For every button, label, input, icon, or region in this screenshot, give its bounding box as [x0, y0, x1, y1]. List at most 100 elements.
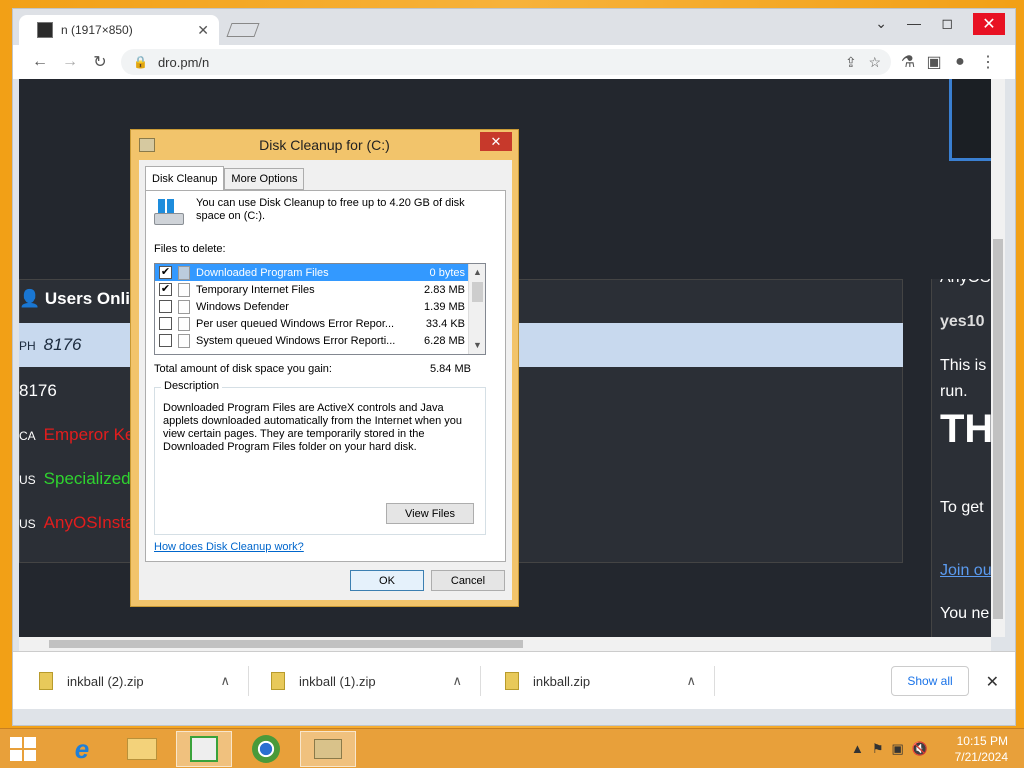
help-link[interactable]: How does Disk Cleanup work?	[154, 541, 304, 553]
horizontal-scroll-thumb[interactable]	[49, 640, 523, 648]
right-col-text: To get	[940, 499, 984, 516]
disk-cleanup-taskbar-icon[interactable]	[300, 731, 356, 767]
user-row[interactable]: PH 8176	[19, 335, 82, 355]
download-item[interactable]: inkball (1).zip ∧	[251, 666, 481, 696]
taskbar: e ▲⚑▣🔇 10:15 PM 7/21/2024	[0, 728, 1024, 768]
file-icon	[178, 299, 190, 314]
app-window-icon[interactable]	[176, 731, 232, 767]
system-tray-icons[interactable]: ▲⚑▣🔇	[851, 741, 936, 757]
files-to-delete-label: Files to delete:	[154, 243, 226, 255]
clock-date: 7/21/2024	[954, 750, 1008, 764]
dialog-body: Disk Cleanup More Options You can use Di…	[139, 160, 512, 600]
download-shelf: inkball (2).zip ∧ inkball (1).zip ∧ inkb…	[13, 651, 1015, 709]
clock-time: 10:15 PM	[956, 734, 1008, 748]
description-legend: Description	[161, 380, 223, 392]
tab-strip: n (1917×850) ✕ ⌄ — ◻ ✕	[13, 9, 1015, 45]
file-checkbox[interactable]	[159, 300, 172, 313]
total-space-value: 5.84 MB	[430, 363, 471, 375]
browser-toolbar: ← → ↻ 🔒 dro.pm/n ⇪ ☆ ⚗ ▣ ● ⋮	[13, 45, 1015, 79]
list-item[interactable]: System queued Windows Error Reporti... 6…	[155, 332, 469, 349]
file-checkbox[interactable]: ✔	[159, 283, 172, 296]
user-row[interactable]: US AnyOSInsta	[19, 513, 134, 533]
new-tab-button[interactable]	[226, 23, 260, 37]
tab-disk-cleanup[interactable]: Disk Cleanup	[145, 166, 225, 190]
show-all-button[interactable]: Show all	[891, 666, 969, 696]
cancel-button[interactable]: Cancel	[431, 570, 505, 591]
zip-file-icon	[505, 672, 519, 690]
url-text: dro.pm/n	[157, 54, 210, 70]
chrome-icon[interactable]	[238, 731, 294, 767]
browser-tab[interactable]: n (1917×850) ✕	[19, 15, 219, 45]
dialog-title: Disk Cleanup for (C:)	[259, 137, 390, 153]
menu-dots-icon[interactable]: ⋮	[973, 52, 1003, 72]
right-column: AnyOS yes10 This is run. TH To get Join …	[931, 279, 991, 639]
zip-file-icon	[271, 672, 285, 690]
list-item[interactable]: ✔ Downloaded Program Files 0 bytes	[155, 264, 469, 281]
right-col-text: AnyOS	[940, 279, 991, 287]
vertical-scroll-thumb[interactable]	[993, 239, 1003, 619]
clock[interactable]: 10:15 PM 7/21/2024	[955, 733, 1008, 765]
favicon-icon	[37, 22, 53, 38]
dialog-tabs: Disk Cleanup More Options	[145, 166, 305, 190]
vertical-scrollbar[interactable]	[991, 79, 1005, 637]
internet-files-icon	[178, 282, 190, 297]
horizontal-scrollbar[interactable]	[19, 637, 991, 651]
user-row[interactable]: CA Emperor Ke	[19, 425, 134, 445]
disk-cleanup-panel: You can use Disk Cleanup to free up to 4…	[145, 190, 506, 562]
user-row[interactable]: US Specialized	[19, 469, 131, 489]
user-row[interactable]: 8176	[19, 381, 57, 401]
list-item[interactable]: ✔ Temporary Internet Files 2.83 MB	[155, 281, 469, 298]
profile-avatar-icon[interactable]: ●	[945, 53, 975, 71]
info-row: You can use Disk Cleanup to free up to 4…	[154, 197, 496, 227]
description-group: Description Downloaded Program Files are…	[154, 380, 486, 535]
file-explorer-icon[interactable]	[114, 731, 170, 767]
address-bar[interactable]: 🔒 dro.pm/n ⇪ ☆	[121, 49, 891, 75]
right-col-text: yes10	[940, 313, 985, 330]
disk-cleanup-dialog: Disk Cleanup for (C:) ✕ Disk Cleanup Mor…	[130, 129, 519, 607]
download-item[interactable]: inkball (2).zip ∧	[19, 666, 249, 696]
share-bookmark-icons[interactable]: ⇪ ☆	[845, 54, 881, 71]
start-button[interactable]	[10, 737, 36, 761]
tab-search-icon[interactable]: ⌄	[875, 15, 887, 32]
right-col-text: This is	[940, 357, 987, 374]
close-shelf-icon[interactable]: ✕	[986, 672, 999, 692]
total-space-label: Total amount of disk space you gain:	[154, 363, 332, 375]
info-text: You can use Disk Cleanup to free up to 4…	[196, 197, 465, 222]
dialog-close-button[interactable]: ✕	[480, 132, 512, 151]
tab-close-icon[interactable]: ✕	[197, 22, 209, 39]
minimize-button[interactable]: —	[907, 15, 921, 31]
forward-arrow-icon[interactable]: →	[55, 53, 85, 71]
download-item[interactable]: inkball.zip ∧	[485, 666, 715, 696]
tab-more-options[interactable]: More Options	[224, 168, 305, 190]
file-icon	[178, 333, 190, 348]
chevron-up-icon[interactable]: ∧	[452, 673, 462, 689]
description-text: Downloaded Program Files are ActiveX con…	[163, 402, 463, 453]
list-scrollbar[interactable]: ▲ ▼	[468, 264, 485, 354]
windows-logo-image	[949, 79, 991, 161]
close-window-button[interactable]: ✕	[973, 13, 1005, 35]
file-checkbox[interactable]	[159, 334, 172, 347]
zip-file-icon	[39, 672, 53, 690]
join-link[interactable]: Join ou	[940, 562, 991, 580]
list-scroll-thumb[interactable]	[472, 282, 483, 302]
list-item[interactable]: Windows Defender 1.39 MB	[155, 298, 469, 315]
scroll-up-icon[interactable]: ▲	[469, 264, 485, 281]
file-checkbox[interactable]	[159, 317, 172, 330]
internet-explorer-icon[interactable]: e	[54, 731, 110, 767]
view-files-button[interactable]: View Files	[386, 503, 474, 524]
ok-button[interactable]: OK	[350, 570, 424, 591]
scroll-down-icon[interactable]: ▼	[469, 337, 485, 354]
back-arrow-icon[interactable]: ←	[25, 53, 55, 71]
user-icon: 👤	[19, 289, 41, 308]
drive-cleanup-icon	[154, 197, 186, 227]
right-col-text: run.	[940, 383, 968, 400]
file-checkbox[interactable]: ✔	[159, 266, 172, 279]
chevron-up-icon[interactable]: ∧	[686, 673, 696, 689]
right-col-heading: TH	[940, 407, 991, 451]
maximize-button[interactable]: ◻	[941, 15, 953, 32]
reload-icon[interactable]: ↻	[85, 52, 115, 72]
users-online-heading: 👤 Users Onlin	[19, 289, 141, 308]
list-item[interactable]: Per user queued Windows Error Repor... 3…	[155, 315, 469, 332]
chevron-up-icon[interactable]: ∧	[220, 673, 230, 689]
files-list[interactable]: ✔ Downloaded Program Files 0 bytes ✔ Tem…	[154, 263, 486, 355]
